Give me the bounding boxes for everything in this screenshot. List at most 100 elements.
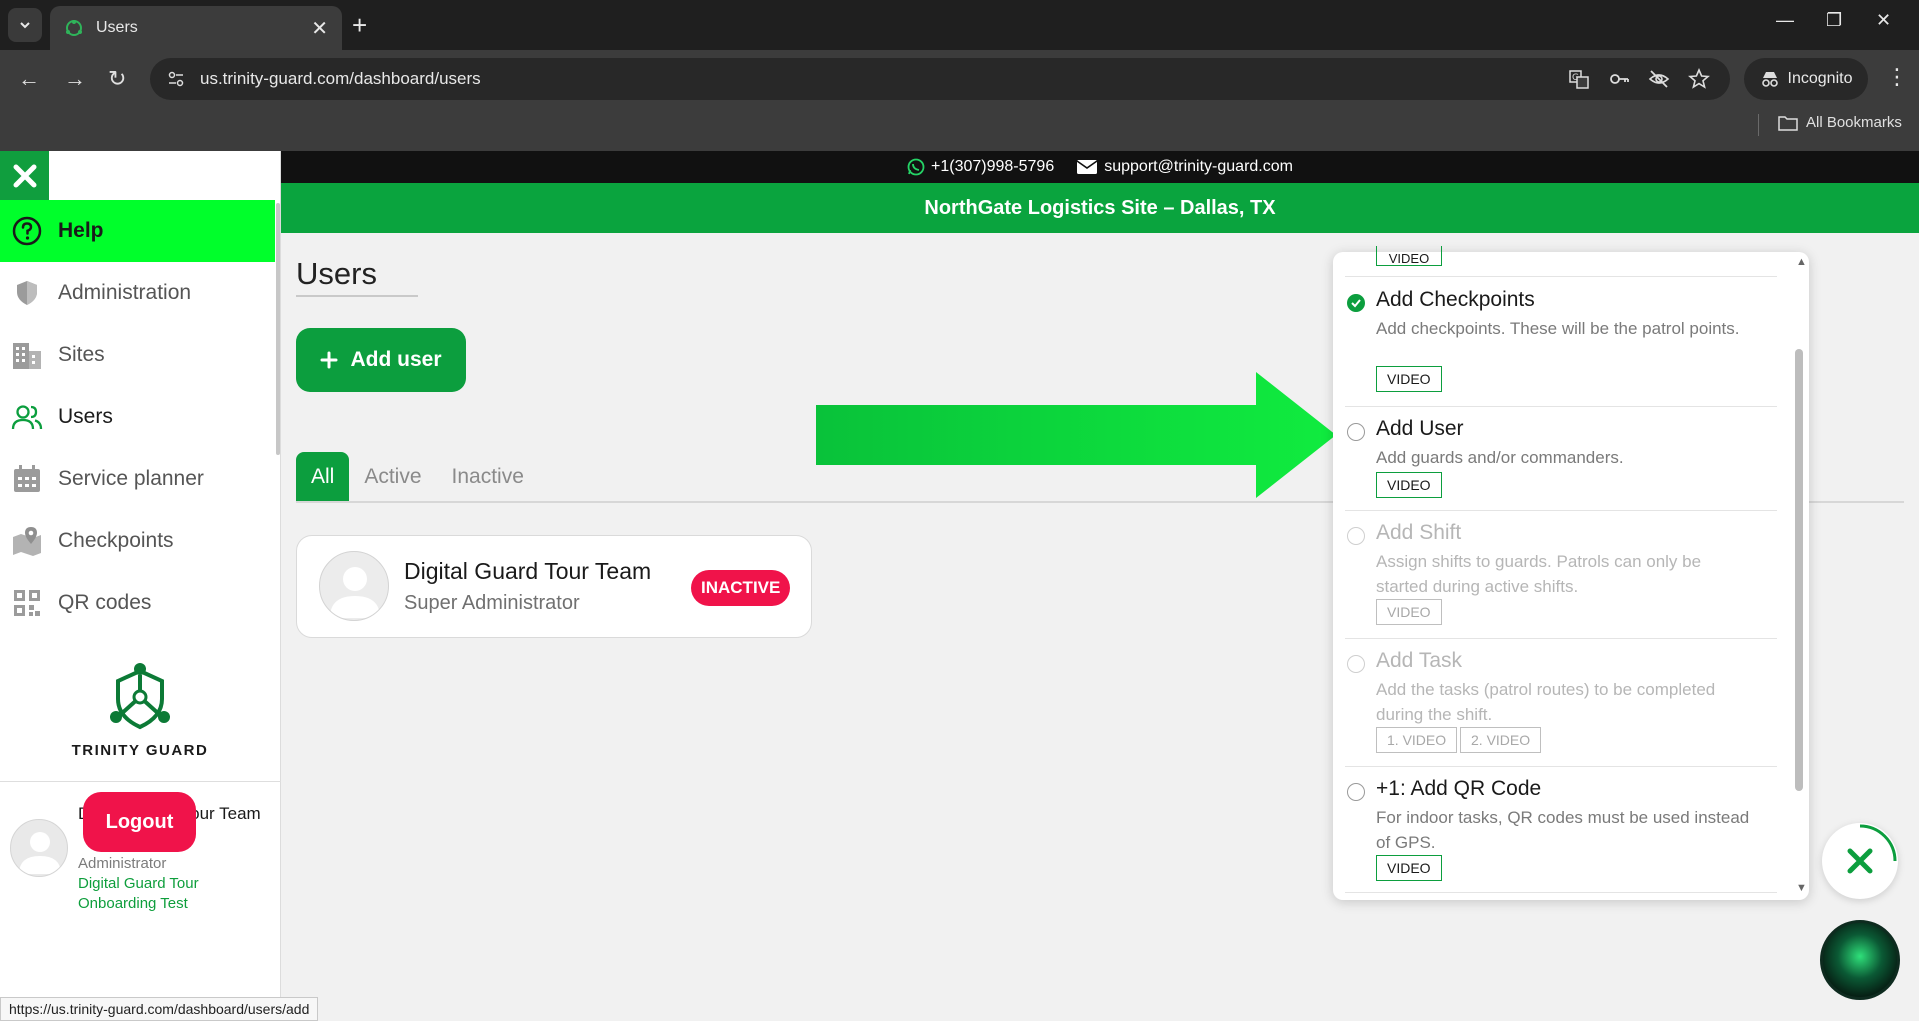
contact-phone-text: +1(307)998-5796	[931, 158, 1055, 175]
avatar	[10, 819, 68, 877]
tab-all[interactable]: All	[296, 452, 350, 502]
tab-active[interactable]: Active	[349, 452, 436, 502]
page-title-underline	[296, 295, 418, 297]
video-button[interactable]: 1. VIDEO	[1376, 727, 1458, 753]
tab-inactive[interactable]: Inactive	[437, 452, 539, 502]
panel-scrollbar-thumb[interactable]	[1795, 349, 1803, 791]
envelope-icon	[1076, 160, 1098, 174]
step-description: For indoor tasks, QR codes must be used …	[1376, 808, 1750, 852]
brand-logo: TRINITY GUARD	[60, 661, 220, 759]
key-icon[interactable]	[1608, 68, 1630, 90]
translate-icon[interactable]: G	[1568, 68, 1590, 90]
video-button[interactable]: VIDEO	[1376, 599, 1442, 625]
restore-icon[interactable]: ❐	[1826, 10, 1842, 31]
tab-title: Users	[96, 19, 138, 36]
assistant-avatar-button[interactable]	[1820, 920, 1900, 1000]
all-bookmarks-label: All Bookmarks	[1806, 114, 1902, 131]
sidebar-item-sites[interactable]: Sites	[0, 324, 275, 386]
reload-icon[interactable]: ↻	[108, 66, 126, 92]
step-title: Add User	[1376, 417, 1464, 440]
video-button[interactable]: VIDEO	[1376, 366, 1442, 392]
new-tab-icon[interactable]: +	[352, 10, 367, 40]
progress-ring-icon	[1859, 824, 1897, 862]
sidebar-scrollbar[interactable]	[276, 203, 280, 455]
sidebar-item-label: Help	[58, 219, 104, 242]
step-title: +1: Add QR Code	[1376, 777, 1542, 800]
contact-email[interactable]: support@trinity-guard.com	[1076, 158, 1293, 176]
panel-scroll-up-icon[interactable]: ▲	[1796, 256, 1807, 268]
url-text: us.trinity-guard.com/dashboard/users	[200, 69, 481, 88]
building-icon	[10, 338, 44, 372]
sidebar-close-button[interactable]	[0, 151, 49, 200]
onboarding-step-add-task: Add Task Add the tasks (patrol routes) t…	[1345, 649, 1775, 761]
step-divider	[1345, 638, 1777, 639]
address-bar[interactable]: us.trinity-guard.com/dashboard/users	[150, 58, 1730, 100]
step-divider	[1345, 766, 1777, 767]
sidebar-item-qr-codes[interactable]: QR codes	[0, 572, 275, 634]
step-radio-icon	[1347, 423, 1365, 441]
step-radio-icon	[1347, 783, 1365, 801]
users-icon	[10, 400, 44, 434]
sidebar: Help Administration Sites Users Service …	[0, 151, 281, 1021]
step-complete-check-icon	[1347, 294, 1365, 312]
step-divider	[1345, 510, 1777, 511]
page-title: Users	[296, 256, 377, 291]
back-icon[interactable]: ←	[18, 66, 40, 92]
step-divider	[1345, 892, 1777, 893]
contact-email-text: support@trinity-guard.com	[1104, 158, 1293, 175]
forward-icon[interactable]: →	[64, 66, 86, 92]
bookmarks-separator	[1758, 114, 1759, 136]
sidebar-item-label: Administration	[58, 281, 192, 304]
browser-menu-icon[interactable]: ⋮	[1886, 64, 1908, 90]
add-user-button[interactable]: Add user	[296, 328, 466, 392]
onboarding-step-add-shift: Add Shift Assign shifts to guards. Patro…	[1345, 521, 1775, 633]
all-bookmarks-button[interactable]: All Bookmarks	[1778, 114, 1902, 131]
close-icon	[13, 164, 36, 187]
sidebar-item-administration[interactable]: Administration	[0, 262, 275, 324]
logout-button[interactable]: Logout	[83, 792, 196, 852]
sidebar-user-role: Administrator	[78, 855, 167, 872]
sidebar-divider	[0, 781, 281, 782]
step-description: Assign shifts to guards. Patrols can onl…	[1376, 552, 1702, 596]
sidebar-item-label: Users	[58, 405, 113, 428]
eye-off-icon[interactable]	[1648, 68, 1670, 90]
close-tab-icon[interactable]: ✕	[311, 16, 328, 41]
user-card-role: Super Administrator	[404, 592, 580, 614]
step-description: Add checkpoints. These will be the patro…	[1376, 319, 1740, 338]
sidebar-item-label: Sites	[58, 343, 105, 366]
sidebar-item-service-planner[interactable]: Service planner	[0, 448, 275, 510]
incognito-icon	[1761, 72, 1778, 87]
contact-bar: +1(307)998-5796 support@trinity-guard.co…	[281, 151, 1919, 183]
shield-icon	[10, 276, 44, 310]
site-settings-icon[interactable]	[166, 69, 186, 89]
incognito-label: Incognito	[1787, 70, 1853, 87]
minimize-icon[interactable]: —	[1776, 10, 1794, 31]
whatsapp-icon	[907, 158, 925, 176]
map-pin-icon	[10, 524, 44, 558]
video-button[interactable]: VIDEO	[1376, 855, 1442, 881]
video-button[interactable]: VIDEO	[1376, 472, 1442, 498]
sidebar-item-checkpoints[interactable]: Checkpoints	[0, 510, 275, 572]
sidebar-item-help[interactable]: Help	[0, 200, 275, 262]
user-filter-tabs: All Active Inactive	[296, 452, 539, 502]
video-button[interactable]: VIDEO	[1376, 246, 1442, 266]
close-window-icon[interactable]: ✕	[1876, 10, 1891, 31]
video-button[interactable]: 2. VIDEO	[1460, 727, 1542, 753]
onboarding-step-add-checkpoints: Add Checkpoints Add checkpoints. These w…	[1345, 288, 1775, 400]
sidebar-user-org-link[interactable]: Digital Guard Tour Onboarding Test	[78, 874, 258, 914]
browser-tab-users[interactable]: Users ✕	[50, 6, 342, 50]
contact-phone[interactable]: +1(307)998-5796	[907, 158, 1054, 176]
avatar	[319, 551, 389, 621]
step-title: Add Task	[1376, 649, 1462, 672]
star-icon[interactable]	[1688, 68, 1710, 90]
incognito-indicator[interactable]: Incognito	[1744, 58, 1868, 100]
site-name-banner: NorthGate Logistics Site – Dallas, TX	[281, 183, 1919, 233]
brand-name: TRINITY GUARD	[71, 742, 209, 759]
sidebar-item-label: QR codes	[58, 591, 152, 614]
panel-scroll-down-icon[interactable]: ▼	[1796, 882, 1807, 894]
trinity-guard-logo-icon	[110, 663, 170, 730]
tab-search-button[interactable]	[8, 8, 42, 42]
step-title: Add Checkpoints	[1376, 288, 1535, 311]
sidebar-item-users[interactable]: Users	[0, 386, 275, 448]
user-card[interactable]: Digital Guard Tour Team Super Administra…	[296, 535, 812, 638]
